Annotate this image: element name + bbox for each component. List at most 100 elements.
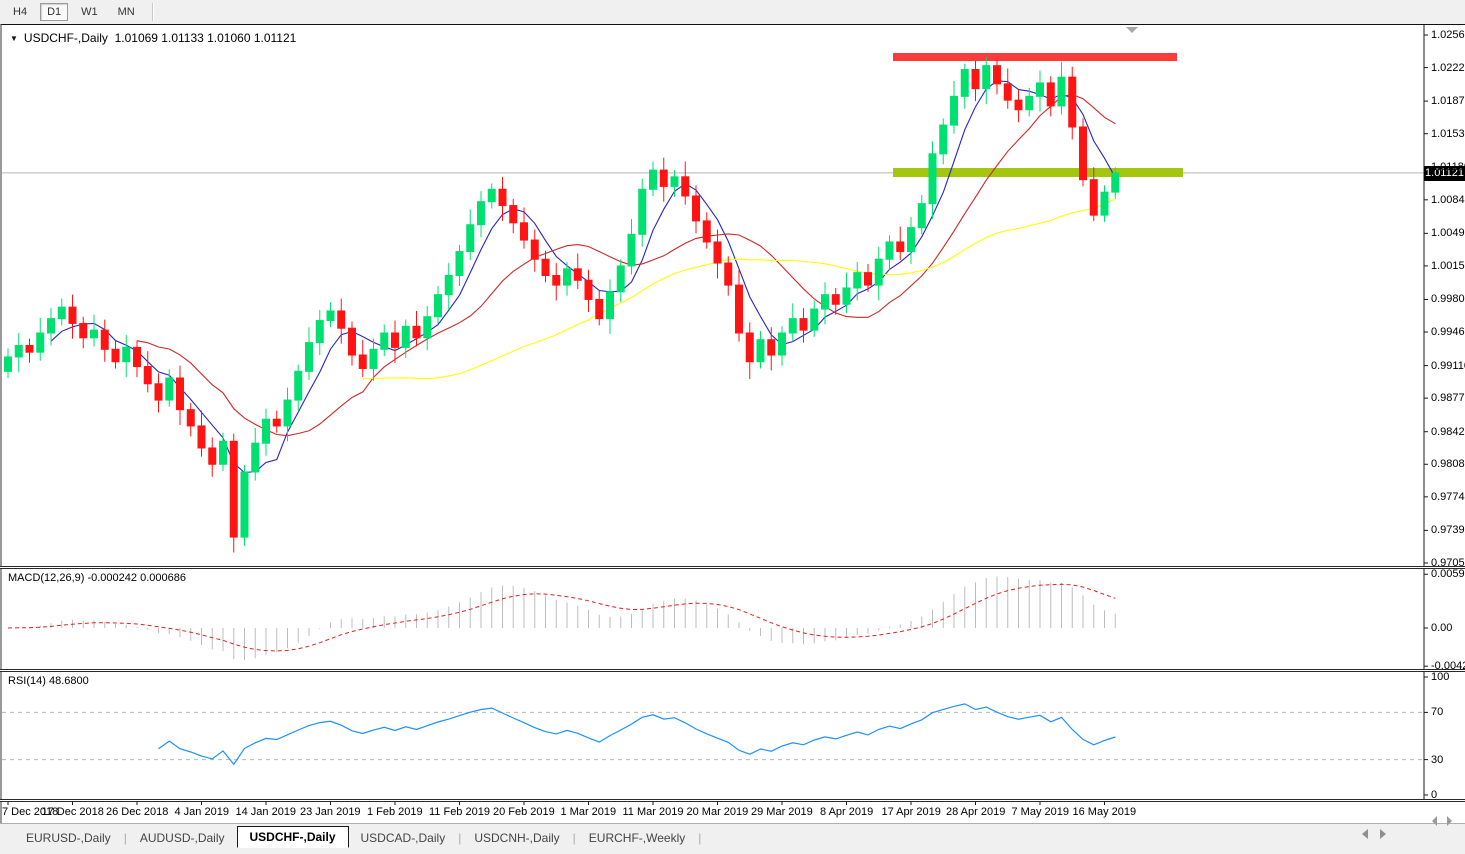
mid-ma-line xyxy=(136,93,1116,437)
statusbar-strip xyxy=(0,850,1465,854)
chart-ohlc-values: 1.01069 1.01133 1.01060 1.01121 xyxy=(114,31,297,45)
date-axis-label: 11 Mar 2019 xyxy=(622,806,684,818)
candle-body xyxy=(477,201,485,226)
candle-body xyxy=(154,383,163,401)
date-axis-label: 1 Feb 2019 xyxy=(367,806,423,818)
candle-body xyxy=(391,332,399,348)
tab-scroll-left-icon[interactable] xyxy=(1362,829,1368,839)
candle-body xyxy=(133,346,141,368)
candle-body xyxy=(283,399,292,427)
price-axis-label: 1.02560 xyxy=(1431,29,1465,41)
candle-body xyxy=(1014,99,1023,111)
date-axis-label: 28 Apr 2019 xyxy=(946,806,1006,818)
panel-separator-rsi[interactable] xyxy=(0,669,1465,672)
candle-body xyxy=(788,318,797,334)
candle-body xyxy=(90,329,98,339)
candle-body xyxy=(713,241,722,264)
candle-body xyxy=(853,272,862,289)
candle-body xyxy=(1079,126,1087,181)
candle-body xyxy=(197,425,206,449)
candle-body xyxy=(1111,172,1120,193)
chart-scroll-left-icon[interactable] xyxy=(1432,816,1437,826)
candle-body xyxy=(1057,76,1066,107)
candle-body xyxy=(584,279,593,300)
rsi-axis-label: 0 xyxy=(1431,789,1438,801)
candle-body xyxy=(950,95,958,126)
candle-body xyxy=(1003,83,1012,101)
candle-body xyxy=(960,68,969,97)
candle-body xyxy=(208,447,217,465)
date-axis-label: 7 May 2019 xyxy=(1011,806,1069,818)
candle-body xyxy=(111,348,120,363)
candle-body xyxy=(907,227,915,253)
candle-body xyxy=(143,366,152,385)
candle-body xyxy=(1046,82,1055,107)
macd-signal-line xyxy=(7,583,1116,652)
fast-ma-line xyxy=(50,80,1116,474)
tab-scroll-right-icon[interactable] xyxy=(1380,829,1386,839)
candle-body xyxy=(810,308,819,331)
candle-body xyxy=(573,268,582,281)
candle-body xyxy=(649,169,657,190)
candle-body xyxy=(337,310,346,329)
candle-body xyxy=(756,339,765,363)
candle-body xyxy=(4,356,12,372)
candle-body xyxy=(681,176,690,197)
price-axis-label: 1.01530 xyxy=(1431,127,1465,140)
candle-body xyxy=(47,318,55,334)
candle-body xyxy=(219,440,227,465)
candle-body xyxy=(240,471,249,538)
tab-usdcnh-daily[interactable]: USDCNH-,Daily xyxy=(462,828,571,848)
price-axis-label: 0.97390 xyxy=(1431,524,1465,537)
candle-body xyxy=(982,65,991,90)
scroll-to-end-marker-icon[interactable] xyxy=(1126,27,1138,33)
rsi-axis-label: 100 xyxy=(1431,671,1450,683)
price-axis-label: 0.97050 xyxy=(1431,556,1465,569)
candle-body xyxy=(670,176,679,187)
tab-usdcad-daily[interactable]: USDCAD-,Daily xyxy=(349,828,458,848)
chart-hscroll-arrows xyxy=(1432,816,1452,826)
tab-eurchf-weekly[interactable]: EURCHF-,Weekly xyxy=(577,828,697,848)
symbol-tabbar: EURUSD-,Daily | AUDUSD-,Daily USDCHF-,Da… xyxy=(0,823,1465,851)
candle-body xyxy=(100,329,109,350)
candle-body xyxy=(122,346,131,363)
panel-separator-axis xyxy=(0,799,1465,802)
candle-body xyxy=(358,354,367,369)
candle-body xyxy=(1068,76,1077,128)
date-axis-label: 1 Mar 2019 xyxy=(560,806,617,818)
candle-body xyxy=(928,153,937,205)
candle-body xyxy=(638,188,647,235)
price-axis-label: 0.98770 xyxy=(1431,392,1465,405)
candle-body xyxy=(735,284,743,334)
panel-separator-macd[interactable] xyxy=(0,566,1465,569)
candle-body xyxy=(466,224,475,253)
rsi-line xyxy=(158,703,1116,766)
price-axis-label: 0.98080 xyxy=(1431,458,1465,471)
chart-canvas[interactable] xyxy=(0,0,1465,854)
price-axis-label: 1.00840 xyxy=(1431,193,1465,206)
candle-body xyxy=(659,169,668,187)
candle-body xyxy=(434,294,442,318)
candle-body xyxy=(369,348,378,369)
tab-eurusd-daily[interactable]: EURUSD-,Daily xyxy=(14,828,123,848)
candle-body xyxy=(971,68,980,90)
date-axis-label: 14 Jan 2019 xyxy=(235,806,297,818)
candle-body xyxy=(1100,191,1109,216)
candle-body xyxy=(57,306,66,320)
tab-usdchf-daily[interactable]: USDCHF-,Daily xyxy=(236,826,349,848)
chart-scroll-right-icon[interactable] xyxy=(1447,816,1452,826)
candle-body xyxy=(874,258,883,286)
chart-context-arrow-icon[interactable]: ▼ xyxy=(10,34,18,43)
tab-audusd-daily[interactable]: AUDUSD-,Daily xyxy=(128,828,237,848)
chart-title: ▼ USDCHF-,Daily 1.01069 1.01133 1.01060 1… xyxy=(10,31,296,45)
candle-body xyxy=(68,306,77,324)
candle-body xyxy=(165,377,174,401)
candle-body xyxy=(401,325,410,348)
candle-body xyxy=(606,291,614,320)
candle-body xyxy=(186,409,195,427)
date-axis-label: 23 Jan 2019 xyxy=(300,806,361,818)
terminal-screen: H4 D1 W1 MN ▼ USDCHF-,Daily 1.01069 1.011… xyxy=(0,0,1465,854)
tab-scroll-arrows xyxy=(1362,829,1386,839)
rsi-indicator-label: RSI(14) 48.6800 xyxy=(8,675,89,687)
candle-body xyxy=(229,440,238,538)
